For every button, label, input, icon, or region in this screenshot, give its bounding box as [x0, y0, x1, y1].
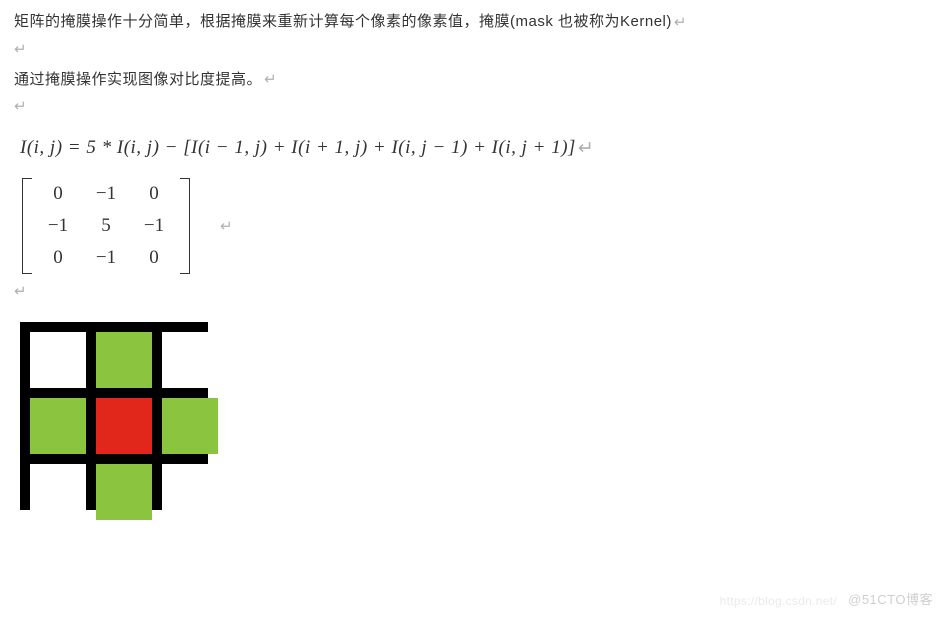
grid-cell	[162, 464, 218, 520]
grid-cell	[30, 398, 86, 454]
return-icon: ↵	[264, 66, 277, 93]
intro-text-2: 通过掩膜操作实现图像对比度提高。	[14, 71, 262, 88]
document-page: 矩阵的掩膜操作十分简单，根据掩膜来重新计算每个像素的像素值，掩膜(mask 也被…	[0, 0, 947, 520]
matrix-cell: 0	[34, 242, 82, 274]
matrix-table: 0 −1 0 −1 5 −1 0 −1 0	[34, 178, 178, 274]
return-icon: ↵	[14, 41, 27, 58]
grid-cell	[162, 398, 218, 454]
grid-cell	[30, 332, 86, 388]
kernel-matrix: 0 −1 0 −1 5 −1 0 −1 0 ↵	[22, 178, 233, 274]
matrix-body: 0 −1 0 −1 5 −1 0 −1 0	[34, 178, 178, 274]
matrix-right-bracket-icon	[180, 178, 190, 274]
formula-text: I(i, j) = 5 * I(i, j) − [I(i − 1, j) + I…	[20, 137, 576, 158]
blank-line-3: ↵	[14, 280, 933, 304]
matrix-cell: 5	[82, 210, 130, 242]
matrix-cell: 0	[34, 178, 82, 210]
grid-cell	[96, 464, 152, 520]
grid-cell	[96, 332, 152, 388]
grid-cell-center	[96, 398, 152, 454]
return-icon: ↵	[14, 283, 27, 300]
matrix-cell: −1	[82, 178, 130, 210]
kernel-grid-figure	[20, 322, 208, 510]
grid-cell	[30, 464, 86, 520]
return-icon: ↵	[14, 98, 27, 115]
return-icon: ↵	[578, 137, 594, 160]
blank-line-1: ↵	[14, 38, 933, 62]
watermark: @51CTO博客	[848, 589, 933, 608]
matrix-cell: 0	[130, 178, 178, 210]
return-icon: ↵	[220, 217, 233, 235]
return-icon: ↵	[674, 9, 687, 36]
watermark-faint: https://blog.csdn.net/	[720, 594, 837, 608]
blank-line-2: ↵	[14, 95, 933, 119]
intro-text-1: 矩阵的掩膜操作十分简单，根据掩膜来重新计算每个像素的像素值，掩膜(mask 也被…	[14, 13, 672, 30]
formula: I(i, j) = 5 * I(i, j) − [I(i − 1, j) + I…	[20, 137, 933, 160]
matrix-cell: −1	[82, 242, 130, 274]
matrix-left-bracket-icon	[22, 178, 32, 274]
matrix-cell: 0	[130, 242, 178, 274]
matrix-cell: −1	[130, 210, 178, 242]
intro-paragraph-2: 通过掩膜操作实现图像对比度提高。↵	[14, 66, 933, 94]
intro-paragraph-1: 矩阵的掩膜操作十分简单，根据掩膜来重新计算每个像素的像素值，掩膜(mask 也被…	[14, 8, 933, 36]
grid-cell	[162, 332, 218, 388]
matrix-cell: −1	[34, 210, 82, 242]
